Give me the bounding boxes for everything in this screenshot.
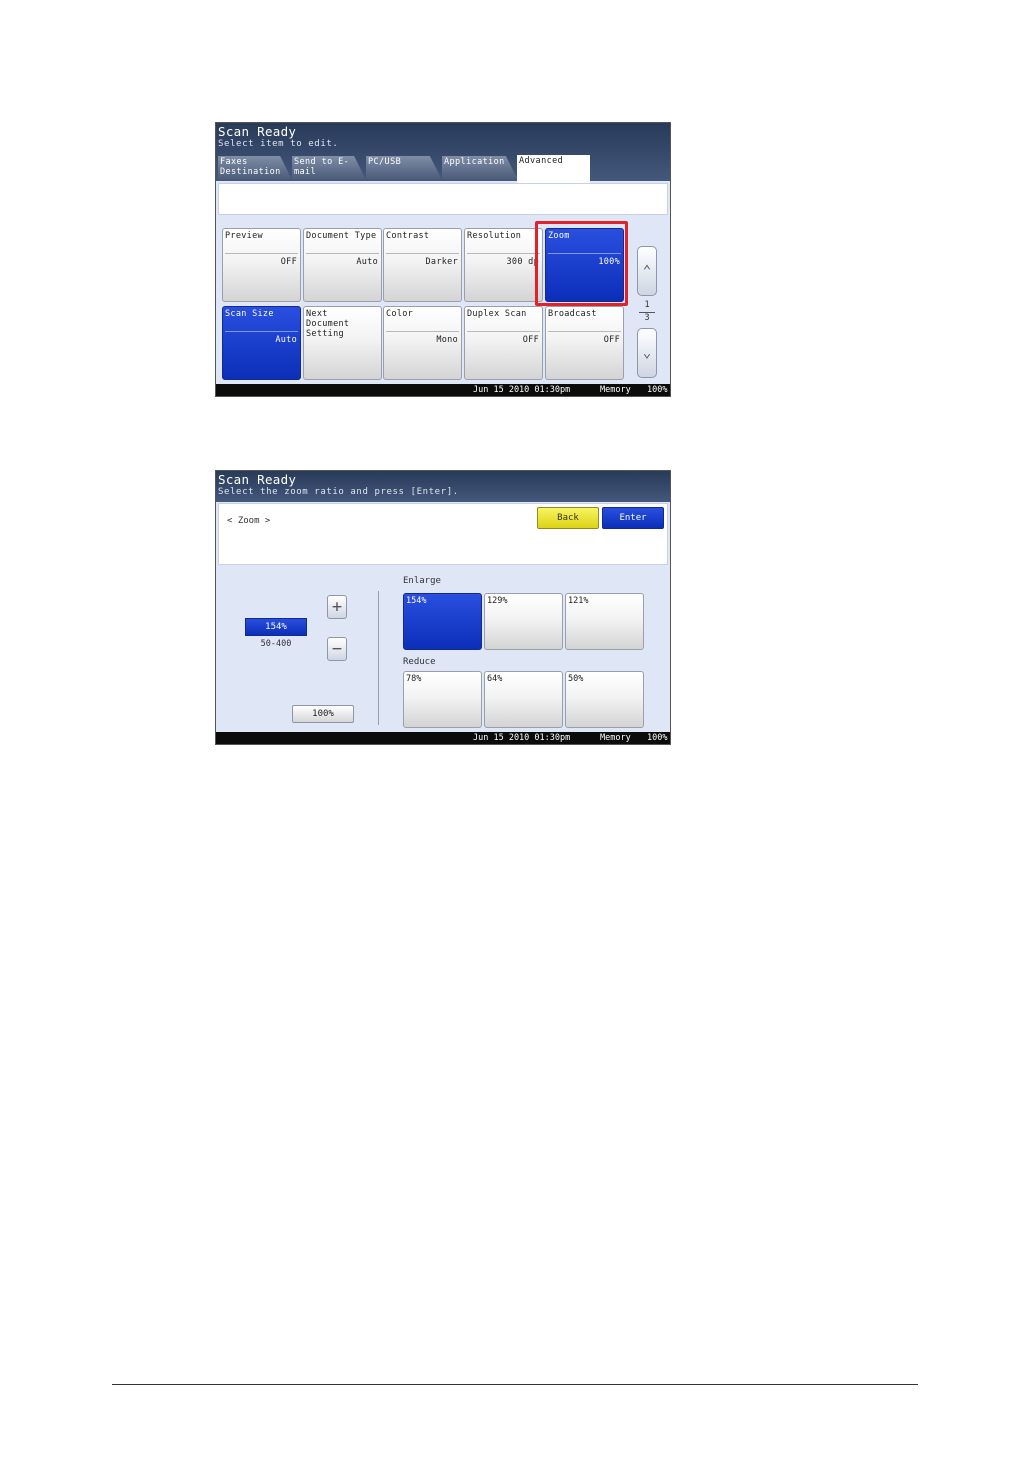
status-memory-value: 100% <box>647 385 668 395</box>
broadcast-button[interactable]: Broadcast OFF <box>545 306 624 380</box>
back-button[interactable]: Back <box>537 507 599 529</box>
screen-instruction: Select the zoom ratio and press [Enter]. <box>218 487 459 497</box>
status-memory-label: Memory <box>600 733 631 743</box>
divider <box>467 331 540 332</box>
status-memory-label: Memory <box>600 385 631 395</box>
setting-label: Contrast <box>386 231 430 241</box>
zoom-range: 50-400 <box>260 639 292 649</box>
screen-instruction: Select item to edit. <box>218 139 339 149</box>
divider <box>386 331 459 332</box>
setting-value: Auto <box>356 257 378 267</box>
reset-100-button[interactable]: 100% <box>292 705 354 723</box>
divider <box>467 253 540 254</box>
preset-label: 121% <box>568 596 589 606</box>
tab-advanced[interactable]: Advanced <box>517 155 590 184</box>
page-footer-rule <box>112 1384 918 1385</box>
chevron-up-icon: ⌃ <box>642 263 652 279</box>
tab-send-to-email[interactable]: Send to E-mail <box>292 156 366 180</box>
setting-value: Auto <box>275 335 297 345</box>
setting-label: Color <box>386 309 414 319</box>
next-document-setting-button[interactable]: Next Document Setting <box>303 306 382 380</box>
setting-label: Duplex Scan <box>467 309 527 319</box>
contrast-button[interactable]: Contrast Darker <box>383 228 462 302</box>
reduce-preset-78[interactable]: 78% <box>403 671 482 728</box>
tab-faxes-destination[interactable]: Faxes Destination <box>218 156 292 180</box>
preset-label: 129% <box>487 596 508 606</box>
enlarge-preset-121[interactable]: 121% <box>565 593 644 650</box>
zoom-value-display[interactable]: 154% <box>245 618 307 636</box>
minus-icon: − <box>331 639 343 659</box>
function-tabs: Faxes Destination Send to E-mail PC/USB … <box>216 154 670 184</box>
plus-icon: + <box>331 597 343 617</box>
message-area <box>218 183 668 215</box>
status-bar: Jun 15 2010 01:30pm Memory 100% <box>216 732 670 744</box>
tab-application[interactable]: Application <box>442 156 518 180</box>
screen-title: Scan Ready <box>218 124 297 139</box>
setting-value: OFF <box>522 335 539 345</box>
divider <box>386 253 459 254</box>
preview-button[interactable]: Preview OFF <box>222 228 301 302</box>
status-bar: Jun 15 2010 01:30pm Memory 100% <box>216 384 670 396</box>
preset-label: 154% <box>406 596 427 606</box>
divider <box>306 253 379 254</box>
enlarge-preset-154[interactable]: 154% <box>403 593 482 650</box>
tab-pc-usb[interactable]: PC/USB <box>366 156 442 180</box>
setting-label: Next Document Setting <box>306 309 350 339</box>
chevron-down-icon: ⌄ <box>642 345 652 361</box>
color-button[interactable]: Color Mono <box>383 306 462 380</box>
preset-label: 64% <box>487 674 503 684</box>
duplex-scan-button[interactable]: Duplex Scan OFF <box>464 306 543 380</box>
setting-label: Scan Size <box>225 309 274 319</box>
title-bar: Scan Ready Select the zoom ratio and pre… <box>216 471 670 502</box>
status-datetime: Jun 15 2010 01:30pm <box>473 385 571 395</box>
breadcrumb: < Zoom > <box>227 516 271 526</box>
setting-label: Document Type <box>306 231 377 241</box>
panel-divider <box>378 591 379 725</box>
setting-value: Mono <box>436 335 458 345</box>
enlarge-preset-129[interactable]: 129% <box>484 593 563 650</box>
setting-value: OFF <box>280 257 297 267</box>
enlarge-label: Enlarge <box>403 576 441 586</box>
divider <box>548 331 621 332</box>
document-type-button[interactable]: Document Type Auto <box>303 228 382 302</box>
setting-label: Broadcast <box>548 309 597 319</box>
zoom-increase-button[interactable]: + <box>327 595 347 619</box>
page-current: 1 <box>644 300 650 310</box>
page-up-button[interactable]: ⌃ <box>637 246 657 296</box>
zoom-highlight-frame <box>535 221 628 306</box>
resolution-button[interactable]: Resolution 300 dp <box>464 228 543 302</box>
divider <box>225 253 298 254</box>
setting-label: Preview <box>225 231 263 241</box>
enter-button[interactable]: Enter <box>602 507 664 529</box>
page-down-button[interactable]: ⌄ <box>637 328 657 378</box>
zoom-settings-screen: Scan Ready Select the zoom ratio and pre… <box>215 470 671 745</box>
zoom-header: < Zoom > <box>218 503 668 565</box>
scan-size-button[interactable]: Scan Size Auto <box>222 306 301 380</box>
status-memory-value: 100% <box>647 733 668 743</box>
setting-value: OFF <box>603 335 620 345</box>
zoom-decrease-button[interactable]: − <box>327 637 347 661</box>
divider <box>225 331 298 332</box>
reduce-preset-64[interactable]: 64% <box>484 671 563 728</box>
reduce-preset-50[interactable]: 50% <box>565 671 644 728</box>
preset-label: 78% <box>406 674 422 684</box>
status-datetime: Jun 15 2010 01:30pm <box>473 733 571 743</box>
page-total: 3 <box>644 313 650 323</box>
setting-label: Resolution <box>467 231 522 241</box>
reduce-label: Reduce <box>403 657 436 667</box>
preset-label: 50% <box>568 674 584 684</box>
screen-title: Scan Ready <box>218 472 297 487</box>
setting-value: Darker <box>425 257 458 267</box>
